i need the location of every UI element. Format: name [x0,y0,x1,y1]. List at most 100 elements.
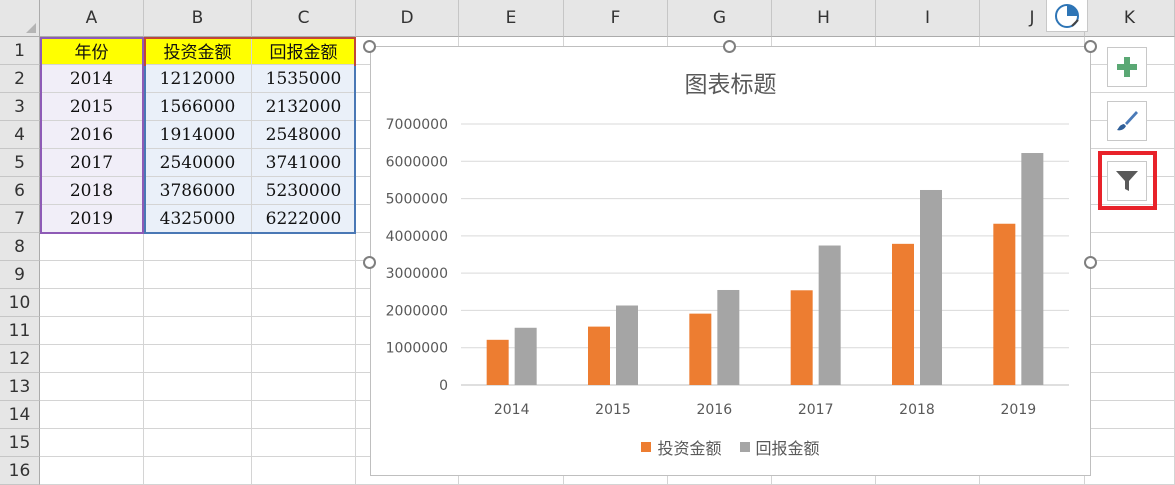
empty-cell[interactable] [40,289,144,317]
row-header-8[interactable]: 8 [0,233,40,261]
bar-return[interactable] [717,289,740,385]
select-all-corner[interactable] [0,0,40,37]
empty-cell[interactable] [252,373,356,401]
empty-cell[interactable] [144,457,252,485]
quick-analysis-button[interactable] [1046,0,1088,32]
empty-cell[interactable] [40,261,144,289]
empty-cell[interactable] [1085,401,1175,429]
empty-cell[interactable] [1085,373,1175,401]
chart-styles-button[interactable] [1107,101,1147,141]
empty-cell[interactable] [1085,345,1175,373]
bar-return[interactable] [1021,153,1044,385]
column-header-f[interactable]: F [564,0,668,37]
data-cell[interactable]: 2019 [40,205,144,233]
empty-cell[interactable] [144,289,252,317]
empty-cell[interactable] [1085,261,1175,289]
empty-cell[interactable] [144,401,252,429]
empty-cell[interactable] [144,345,252,373]
column-header-c[interactable]: C [252,0,356,37]
empty-cell[interactable] [40,233,144,261]
empty-cell[interactable] [40,373,144,401]
empty-cell[interactable] [1085,429,1175,457]
row-header-16[interactable]: 16 [0,457,40,485]
empty-cell[interactable] [144,233,252,261]
bar-invest[interactable] [689,313,712,385]
row-header-3[interactable]: 3 [0,93,40,121]
row-header-15[interactable]: 15 [0,429,40,457]
bar-invest[interactable] [892,243,914,385]
empty-cell[interactable] [252,429,356,457]
empty-cell[interactable] [252,233,356,261]
row-header-2[interactable]: 2 [0,65,40,93]
empty-cell[interactable] [1085,457,1175,485]
column-header-e[interactable]: E [459,0,564,37]
plot-area[interactable]: 0 1000000 2000000 3000000 4000000 5000000 6000… [371,47,1090,477]
column-header-h[interactable]: H [772,0,876,37]
data-cell[interactable]: 2018 [40,177,144,205]
row-header-9[interactable]: 9 [0,261,40,289]
data-cell[interactable]: 3741000 [252,149,356,177]
empty-cell[interactable] [1085,317,1175,345]
column-header-d[interactable]: D [356,0,459,37]
row-header-1[interactable]: 1 [0,37,40,65]
data-cell[interactable]: 5230000 [252,177,356,205]
empty-cell[interactable] [144,373,252,401]
row-header-7[interactable]: 7 [0,205,40,233]
empty-cell[interactable] [252,289,356,317]
row-header-13[interactable]: 13 [0,373,40,401]
header-cell[interactable]: 投资金额 [144,37,252,65]
empty-cell[interactable] [1085,289,1175,317]
data-cell[interactable]: 1914000 [144,121,252,149]
row-header-10[interactable]: 10 [0,289,40,317]
resize-handle-top-left[interactable] [363,40,376,53]
empty-cell[interactable] [144,261,252,289]
empty-cell[interactable] [252,317,356,345]
empty-cell[interactable] [40,429,144,457]
bar-return[interactable] [514,327,537,385]
row-header-14[interactable]: 14 [0,401,40,429]
row-header-6[interactable]: 6 [0,177,40,205]
column-header-b[interactable]: B [144,0,252,37]
empty-cell[interactable] [40,457,144,485]
legend-item-return[interactable]: 回报金额 [739,435,820,459]
data-cell[interactable]: 1212000 [144,65,252,93]
empty-cell[interactable] [252,345,356,373]
empty-cell[interactable] [144,317,252,345]
bar-invest[interactable] [993,223,1016,385]
data-cell[interactable]: 2017 [40,149,144,177]
bar-invest[interactable] [790,290,813,385]
resize-handle-top-middle[interactable] [723,40,736,53]
bar-invest[interactable] [486,339,509,385]
row-header-11[interactable]: 11 [0,317,40,345]
data-cell[interactable]: 2016 [40,121,144,149]
empty-cell[interactable] [144,429,252,457]
row-header-12[interactable]: 12 [0,345,40,373]
empty-cell[interactable] [252,457,356,485]
empty-cell[interactable] [1085,233,1175,261]
data-cell[interactable]: 6222000 [252,205,356,233]
data-cell[interactable]: 3786000 [144,177,252,205]
data-cell[interactable]: 2014 [40,65,144,93]
column-header-g[interactable]: G [668,0,772,37]
legend-item-invest[interactable]: 投资金额 [641,435,722,459]
column-header-a[interactable]: A [40,0,144,37]
chart-elements-button[interactable] [1107,47,1147,87]
resize-handle-top-right[interactable] [1084,40,1097,53]
chart-legend[interactable]: 投资金额 回报金额 [371,435,1090,459]
row-header-4[interactable]: 4 [0,121,40,149]
header-cell[interactable]: 年份 [40,37,144,65]
bar-return[interactable] [920,189,942,385]
data-cell[interactable]: 2015 [40,93,144,121]
data-cell[interactable]: 4325000 [144,205,252,233]
resize-handle-middle-right[interactable] [1084,256,1097,269]
empty-cell[interactable] [40,401,144,429]
empty-cell[interactable] [252,261,356,289]
data-cell[interactable]: 2540000 [144,149,252,177]
bar-return[interactable] [818,245,841,385]
data-cell[interactable]: 2132000 [252,93,356,121]
data-cell[interactable]: 1566000 [144,93,252,121]
column-header-k[interactable]: K [1085,0,1175,37]
data-cell[interactable]: 2548000 [252,121,356,149]
column-header-i[interactable]: I [876,0,980,37]
empty-cell[interactable] [40,345,144,373]
